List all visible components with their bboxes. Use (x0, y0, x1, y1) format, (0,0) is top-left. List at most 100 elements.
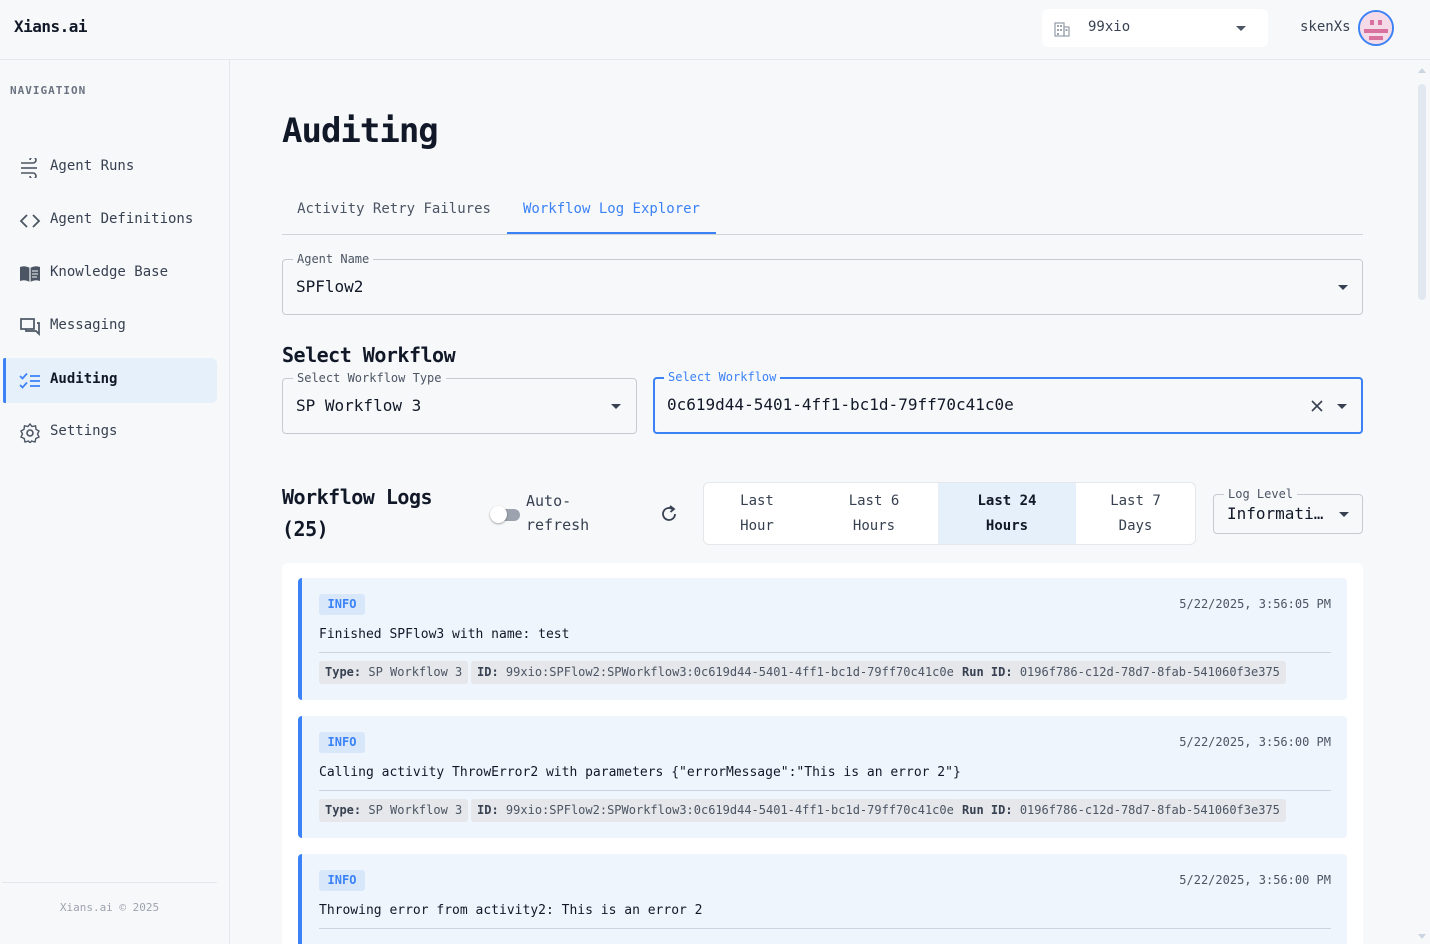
log-divider (319, 652, 1331, 653)
time-range-text: Hour (740, 518, 774, 534)
chevron-down-icon (611, 404, 621, 409)
sidebar: NAVIGATION Agent Runs Agent Definitions … (0, 60, 230, 944)
sidebar-divider (2, 882, 217, 883)
scroll-down-icon[interactable] (1418, 934, 1426, 939)
sidebar-item-label: Agent Definitions (50, 211, 194, 227)
code-icon (19, 214, 41, 228)
sidebar-item-agent-definitions[interactable]: Agent Definitions (3, 198, 217, 243)
chip-key: Run ID: (962, 803, 1013, 817)
sidebar-item-messaging[interactable]: Messaging (3, 304, 217, 349)
log-type-chip: Type: SP Workflow 3 (319, 799, 469, 822)
main-content: Auditing Activity Retry Failures Workflo… (231, 61, 1430, 944)
time-range-text: Days (1118, 518, 1153, 534)
chip-key: ID: (477, 803, 499, 817)
tenant-value: 99xio (1088, 19, 1131, 35)
book-icon (20, 266, 40, 282)
time-range-text: Hours (985, 518, 1029, 534)
auto-refresh-label-2: refresh (526, 516, 590, 534)
log-timestamp: 5/22/2025, 3:56:00 PM (1179, 873, 1331, 887)
sidebar-item-label: Agent Runs (50, 158, 135, 174)
auto-refresh-toggle-thumb[interactable] (490, 506, 507, 523)
sidebar-item-label: Settings (50, 423, 118, 439)
time-range-group: Last Hour Last 6 Hours Last 24 Hours Las… (703, 482, 1196, 545)
brand-logo[interactable]: Xians.ai (14, 17, 88, 36)
chip-value: 99xio:SPFlow2:SPWorkflow3:0c619d44-5401-… (505, 803, 954, 817)
log-id-chip: ID: 99xio:SPFlow2:SPWorkflow3:0c619d44-5… (471, 661, 960, 684)
chat-icon (20, 318, 40, 337)
time-range-text: Hours (852, 518, 896, 534)
log-list: INFO 5/22/2025, 3:56:05 PM Finished SPFl… (282, 563, 1363, 944)
avatar[interactable] (1358, 10, 1394, 46)
log-message: Finished SPFlow3 with name: test (319, 627, 570, 642)
chip-value: SP Workflow 3 (368, 803, 463, 817)
chip-key: ID: (477, 665, 499, 679)
log-level-badge: INFO (319, 732, 365, 753)
gear-icon (20, 423, 40, 443)
sidebar-item-settings[interactable]: Settings (3, 410, 217, 455)
tab-activity-retry-failures[interactable]: Activity Retry Failures (282, 188, 506, 234)
tab-workflow-log-explorer[interactable]: Workflow Log Explorer (507, 188, 716, 234)
sidebar-item-label: Knowledge Base (50, 264, 169, 280)
log-level-label: Log Level (1224, 487, 1298, 501)
chip-value: SP Workflow 3 (368, 665, 463, 679)
chevron-down-icon[interactable] (1337, 404, 1347, 409)
log-entry: INFO 5/22/2025, 3:56:00 PM Calling activ… (298, 716, 1347, 838)
chip-key: Type: (325, 665, 362, 679)
scroll-thumb[interactable] (1418, 84, 1426, 300)
sidebar-item-label: Messaging (50, 317, 126, 333)
log-level-select[interactable]: Log Level Informati… (1213, 487, 1363, 534)
time-range-last-hour[interactable]: Last Hour (704, 483, 810, 544)
tenant-select[interactable]: 99xio (1042, 9, 1268, 47)
sidebar-item-knowledge-base[interactable]: Knowledge Base (3, 251, 217, 296)
time-range-last-7-days[interactable]: Last 7 Days (1076, 483, 1195, 544)
log-entry: INFO 5/22/2025, 3:56:05 PM Finished SPFl… (298, 578, 1347, 700)
workflow-input[interactable]: 0c619d44-5401-4ff1-bc1d-79ff70c41c0e (667, 395, 1014, 414)
log-run-id-chip: Run ID: 0196f786-c12d-78d7-8fab-541060f3… (956, 799, 1286, 822)
checklist-icon (19, 372, 40, 389)
log-timestamp: 5/22/2025, 3:56:05 PM (1179, 597, 1331, 611)
workflow-type-label: Select Workflow Type (293, 371, 446, 385)
tab-bar: Activity Retry Failures Workflow Log Exp… (282, 188, 1363, 235)
page-scrollbar[interactable] (1416, 68, 1428, 944)
workflow-type-value: SP Workflow 3 (296, 396, 422, 415)
avatar-pattern-icon (1360, 12, 1392, 44)
workflow-autocomplete[interactable]: Select Workflow 0c619d44-5401-4ff1-bc1d-… (653, 370, 1363, 434)
auto-refresh-label: Auto- (526, 492, 572, 510)
chevron-down-icon (1338, 285, 1348, 290)
workflow-label: Select Workflow (664, 370, 781, 384)
sidebar-footer: Xians.ai © 2025 (59, 901, 160, 914)
chip-key: Run ID: (962, 665, 1013, 679)
clear-icon[interactable] (1310, 399, 1324, 413)
time-range-last-6-hours[interactable]: Last 6 Hours (810, 483, 938, 544)
workflow-logs-title: Workflow Logs (282, 485, 433, 509)
time-range-last-24-hours[interactable]: Last 24 Hours (938, 483, 1076, 544)
log-id-chip: ID: 99xio:SPFlow2:SPWorkflow3:0c619d44-5… (471, 799, 960, 822)
sidebar-item-label: Auditing (50, 371, 118, 387)
agent-name-label: Agent Name (293, 252, 374, 266)
refresh-icon[interactable] (659, 504, 679, 524)
log-divider (319, 790, 1331, 791)
sidebar-item-auditing[interactable]: Auditing (3, 358, 217, 403)
chevron-down-icon (1236, 26, 1246, 31)
log-divider (319, 928, 1331, 929)
workflow-type-select[interactable]: Select Workflow Type SP Workflow 3 (282, 371, 637, 434)
log-entry: INFO 5/22/2025, 3:56:00 PM Throwing erro… (298, 854, 1347, 944)
time-range-text: Last 6 (848, 493, 900, 509)
chip-value: 0196f786-c12d-78d7-8fab-541060f3e375 (1019, 803, 1280, 817)
chip-key: Type: (325, 803, 362, 817)
time-range-text: Last 24 (977, 493, 1037, 509)
user-name[interactable]: skenXs (1300, 19, 1351, 35)
log-type-chip: Type: SP Workflow 3 (319, 661, 469, 684)
time-range-text: Last (740, 493, 774, 509)
chip-value: 99xio:SPFlow2:SPWorkflow3:0c619d44-5401-… (505, 665, 954, 679)
building-icon (1054, 22, 1070, 37)
workflow-logs-count: (25) (282, 517, 329, 541)
scroll-up-icon[interactable] (1418, 68, 1426, 73)
log-level-badge: INFO (319, 870, 365, 891)
agent-name-select[interactable]: Agent Name SPFlow2 (282, 252, 1363, 315)
page-title: Auditing (282, 111, 439, 151)
log-run-id-chip: Run ID: 0196f786-c12d-78d7-8fab-541060f3… (956, 661, 1286, 684)
nav-title: NAVIGATION (10, 84, 87, 97)
runs-icon (21, 158, 37, 178)
sidebar-item-agent-runs[interactable]: Agent Runs (3, 145, 217, 190)
